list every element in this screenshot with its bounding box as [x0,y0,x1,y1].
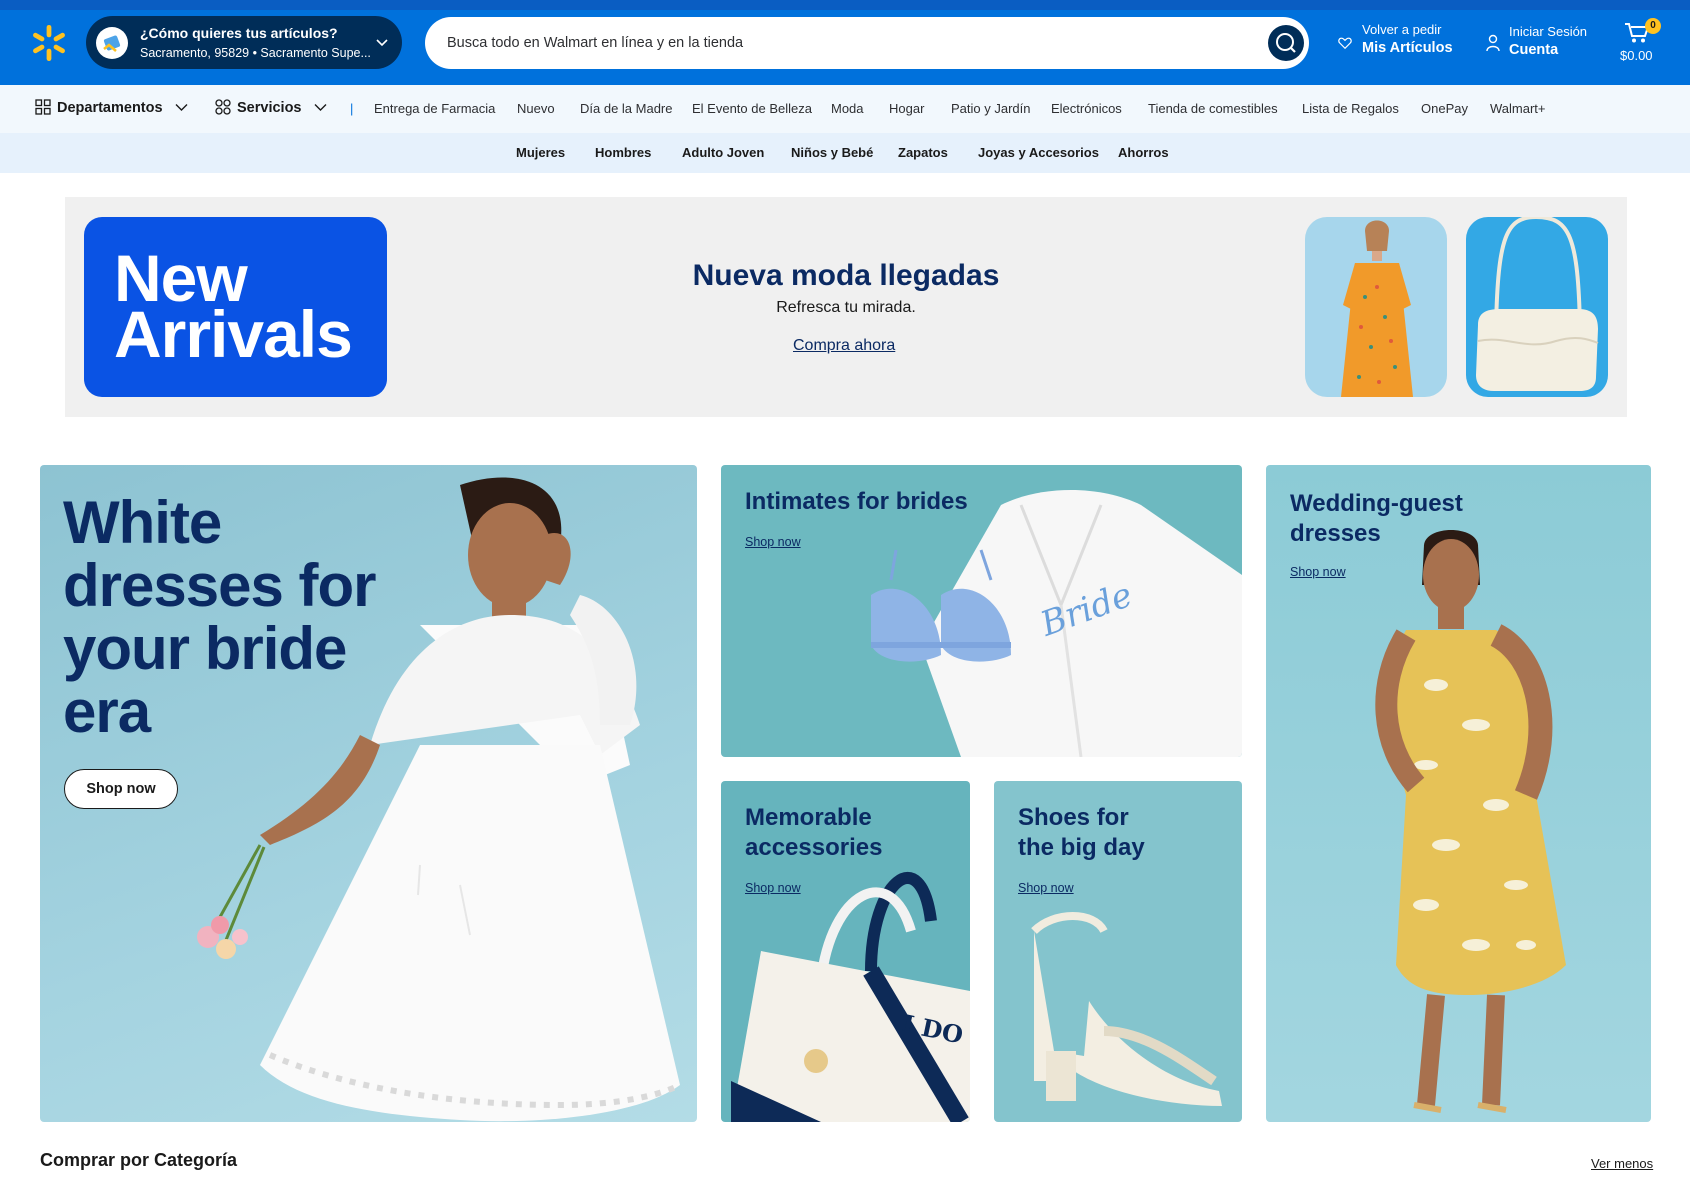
pickup-location-text: Sacramento, 95829 • Sacramento Supe... [140,46,371,60]
cart-button[interactable]: 0 $0.00 [1614,18,1674,68]
subnav-kids-baby[interactable]: Niños y Bebé [791,145,873,160]
sign-in-label: Iniciar Sesión [1509,24,1588,39]
shoes-shop-now-link[interactable]: Shop now [1018,881,1074,895]
delivery-box-icon [96,27,128,59]
nav-link-patio-garden[interactable]: Patio y Jardín [951,101,1031,116]
nav-link-beauty-event[interactable]: El Evento de Belleza [692,101,812,116]
nav-link-fashion[interactable]: Moda [831,101,864,116]
white-handbag-image [1466,217,1608,397]
memorable-accessories-tile[interactable]: I DO Memorable accessories Shop now [721,781,970,1122]
shop-now-link[interactable]: Compra ahora [793,337,895,355]
top-header-bar: ¿Cómo quieres tus artículos? Sacramento,… [0,0,1690,85]
nav-link-registry[interactable]: Lista de Regalos [1302,101,1399,116]
heading-line: Memorable [745,804,872,831]
intimates-for-brides-tile[interactable]: Bride Intimates for brides Shop now [721,465,1242,757]
heading-line: dresses [1290,520,1381,547]
heading-line: era [63,678,151,745]
nav-link-onepay[interactable]: OnePay [1421,101,1468,116]
user-icon [1486,34,1500,52]
departments-label: Departamentos [57,100,163,116]
grid-icon [35,99,51,115]
services-label: Servicios [237,100,302,116]
orange-dress-image [1305,217,1447,397]
nav-link-new[interactable]: Nuevo [517,101,555,116]
services-menu[interactable]: Servicios [215,99,327,116]
services-grid-icon [215,99,231,115]
reorder-label: Volver a pedir [1362,22,1442,37]
intimates-heading: Intimates for brides [745,488,968,515]
pickup-location-selector[interactable]: ¿Cómo quieres tus artículos? Sacramento,… [86,16,402,69]
guest-dress-model-image [1375,530,1566,1113]
nav-link-grocery[interactable]: Tienda de comestibles [1148,101,1278,116]
white-dresses-tile[interactable]: White dresses for your bride era Shop no… [40,465,697,1122]
chevron-down-icon [376,39,388,47]
my-items-label: Mis Artículos [1362,40,1453,56]
shoes-heading: Shoes for the big day [1018,803,1145,863]
main-navigation: Departamentos Servicios | Entrega de Far… [0,85,1690,133]
nav-link-pharmacy-delivery[interactable]: Entrega de Farmacia [374,101,495,116]
heading-line: dresses for [63,552,376,619]
heading-line: White [63,489,222,556]
nav-link-home[interactable]: Hogar [889,101,924,116]
search-button[interactable] [1268,25,1304,61]
accessories-heading: Memorable accessories [745,803,882,863]
reorder-my-items-link[interactable]: Volver a pedir Mis Artículos [1338,22,1453,56]
shoes-for-the-big-day-tile[interactable]: Shoes for the big day Shop now [994,781,1242,1122]
nav-link-electronics[interactable]: Electrónicos [1051,101,1122,116]
wedding-guest-dresses-tile[interactable]: Wedding-guest dresses Shop now [1266,465,1651,1122]
nav-link-mothers-day[interactable]: Día de la Madre [580,101,673,116]
cart-count-badge: 0 [1645,18,1661,34]
cart-total: $0.00 [1620,48,1653,63]
subnav-men[interactable]: Hombres [595,145,651,160]
walmart-spark-logo-icon[interactable] [30,24,68,62]
main-tile-heading: White dresses for your bride era [63,491,376,743]
search-input[interactable] [447,30,1227,56]
heading-line: your bride [63,615,347,682]
subnav-women[interactable]: Mujeres [516,145,565,160]
departments-menu[interactable]: Departamentos [35,99,188,116]
search-bar [425,17,1309,69]
heading-line: the big day [1018,834,1145,861]
guest-heading: Wedding-guest dresses [1290,489,1463,549]
account-label: Cuenta [1509,42,1559,58]
see-less-link[interactable]: Ver menos [1591,1156,1653,1171]
subnav-young-adult[interactable]: Adulto Joven [682,145,764,160]
subnav-jewelry-accessories[interactable]: Joyas y Accesorios [978,145,1099,160]
heading-line: Wedding-guest [1290,490,1463,517]
accessories-shop-now-link[interactable]: Shop now [745,881,801,895]
fashion-subnav: Mujeres Hombres Adulto Joven Niños y Beb… [0,133,1690,173]
heading-line: Shoes for [1018,804,1129,831]
nav-separator: | [350,101,354,116]
shop-now-button[interactable]: Shop now [64,769,178,809]
subnav-shoes[interactable]: Zapatos [898,145,948,160]
chevron-down-icon [175,104,188,111]
chevron-down-icon [314,104,327,111]
shop-by-category-heading: Comprar por Categoría [40,1150,238,1170]
heart-icon [1338,37,1352,50]
new-arrivals-banner[interactable]: New Arrivals Nueva moda llegadas Refresc… [65,197,1627,417]
intimates-shop-now-link[interactable]: Shop now [745,535,801,549]
guest-shop-now-link[interactable]: Shop now [1290,565,1346,579]
nav-link-walmart-plus[interactable]: Walmart+ [1490,101,1546,116]
search-icon [1276,33,1296,53]
subnav-savings[interactable]: Ahorros [1118,145,1169,160]
sign-in-account-link[interactable]: Iniciar Sesión Cuenta [1486,24,1587,58]
pickup-title: ¿Cómo quieres tus artículos? [140,25,338,41]
heading-line: accessories [745,834,883,861]
